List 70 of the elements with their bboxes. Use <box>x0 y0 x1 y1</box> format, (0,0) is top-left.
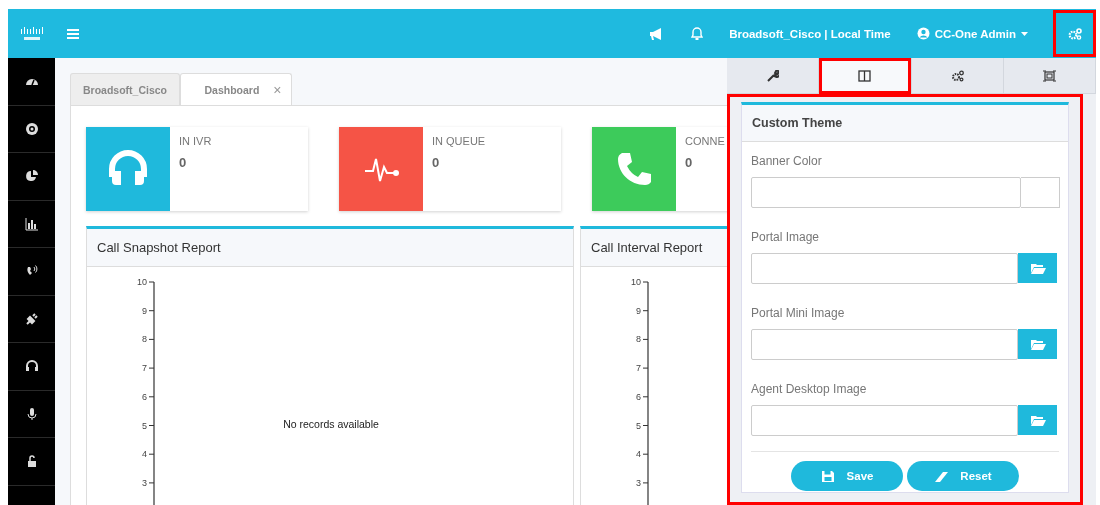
stat-label: IN IVR <box>179 135 212 147</box>
stat-label: CONNE <box>685 135 725 147</box>
input-field[interactable] <box>751 253 1018 284</box>
settings-tab[interactable] <box>819 58 912 94</box>
axis-tick-label: 3 <box>142 477 147 488</box>
axis-tick-label: 9 <box>142 305 147 316</box>
field-label: Agent Desktop Image <box>751 382 867 396</box>
axis-tick-label: 8 <box>142 334 147 345</box>
menu-icon[interactable] <box>67 28 79 39</box>
plug-icon <box>24 311 39 326</box>
eraser-icon <box>934 469 949 483</box>
input-field[interactable] <box>751 405 1018 436</box>
axis-tick-label: 5 <box>636 420 641 431</box>
report-title: Call Interval Report <box>591 240 703 255</box>
gears-icon <box>950 69 964 82</box>
columns-icon <box>858 70 872 82</box>
user-menu[interactable]: CC-One Admin <box>916 27 1028 40</box>
pie-chart-icon <box>24 169 39 184</box>
axis-tick-label: 7 <box>636 363 641 374</box>
settings-tab[interactable] <box>727 58 820 94</box>
caret-icon <box>1021 31 1028 36</box>
browse-button[interactable] <box>1018 405 1057 435</box>
bar-chart-icon <box>24 216 39 231</box>
megaphone-icon[interactable] <box>649 27 664 40</box>
axis-tick-label: 9 <box>636 305 641 316</box>
stat-label: IN QUEUE <box>432 135 486 147</box>
microphone-icon <box>24 406 39 421</box>
stat-value: 0 <box>179 155 187 170</box>
wrench-icon <box>766 69 780 82</box>
tab[interactable]: Broadsoft_Cisco <box>70 73 180 105</box>
field-label: Banner Color <box>751 154 822 168</box>
axis-tick-label: 10 <box>137 277 147 287</box>
axis-tick-label: 4 <box>636 449 641 460</box>
report-title: Call Snapshot Report <box>97 240 221 255</box>
stat-value: 0 <box>432 155 440 170</box>
logo-icon <box>21 26 43 41</box>
settings-tab[interactable] <box>1003 58 1096 94</box>
location-label: Broadsoft_Cisco | Local Time <box>729 27 891 40</box>
axis-tick-label: 10 <box>631 277 641 287</box>
folder-icon <box>1029 338 1046 350</box>
browse-button[interactable] <box>1018 329 1057 359</box>
axis-tick-label: 5 <box>142 420 147 431</box>
folder-icon <box>1029 414 1046 426</box>
card-title: Custom Theme <box>752 116 843 130</box>
field-label: Portal Mini Image <box>751 306 845 320</box>
field-label: Portal Image <box>751 230 820 244</box>
browse-button[interactable] <box>1018 253 1057 283</box>
axis-tick-label: 4 <box>142 449 147 460</box>
color-swatch[interactable] <box>1021 177 1060 208</box>
empty-message: No records available <box>283 418 379 430</box>
save-button[interactable]: Save <box>791 461 903 491</box>
settings-button[interactable] <box>1053 10 1096 57</box>
stat-value: 0 <box>685 155 693 170</box>
bell-icon[interactable] <box>691 27 704 40</box>
reset-button[interactable]: Reset <box>907 461 1019 491</box>
user-icon <box>916 27 930 40</box>
gears-icon <box>1067 27 1082 40</box>
axis-tick-label: 8 <box>636 334 641 345</box>
folder-icon <box>1029 262 1046 274</box>
disc-icon <box>24 121 39 136</box>
input-field[interactable] <box>751 177 1021 208</box>
frame-icon <box>1042 69 1056 82</box>
axis-tick-label: 6 <box>636 391 641 402</box>
input-field[interactable] <box>751 329 1018 360</box>
axis-tick-label: 7 <box>142 363 147 374</box>
headset-icon <box>24 359 39 374</box>
axis-tick-label: 6 <box>142 391 147 402</box>
axis-tick-label: 3 <box>636 477 641 488</box>
close-icon[interactable]: × <box>273 81 282 98</box>
tab[interactable]: Dashboard × <box>180 73 292 105</box>
